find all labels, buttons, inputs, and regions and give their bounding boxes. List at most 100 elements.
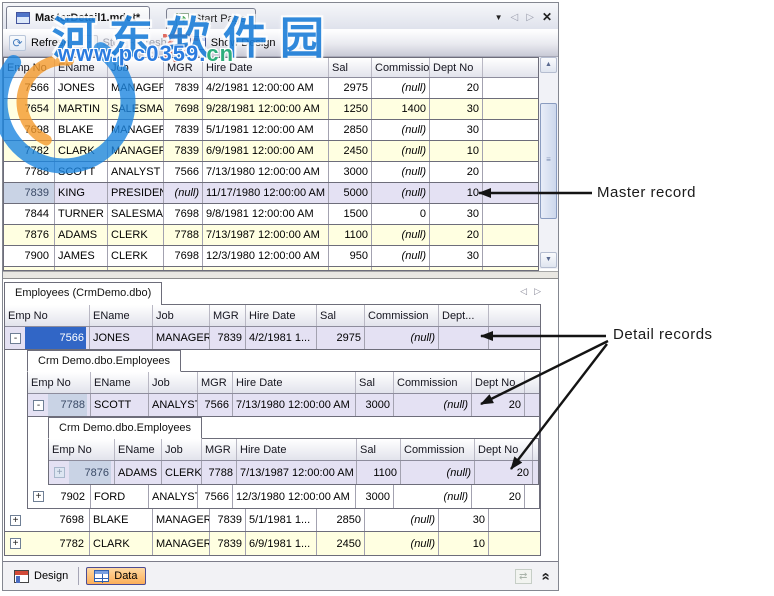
grid-cell[interactable]: ANALYST — [149, 485, 198, 508]
grid-cell[interactable]: 950 — [329, 246, 372, 266]
grid-cell[interactable]: 20 — [472, 394, 525, 416]
grid-cell[interactable]: 7/13/1980 12:00:00 AM — [233, 394, 356, 416]
grid-cell[interactable]: 12/3/1980 12:00:00 AM — [233, 485, 356, 508]
tab-dropdown-icon[interactable]: ▼ — [495, 13, 503, 22]
column-header[interactable]: MGR — [198, 372, 233, 393]
grid-cell[interactable]: SALESMAN — [108, 99, 164, 119]
master-detail-splitter[interactable] — [3, 271, 558, 279]
column-header[interactable]: Dept No — [430, 58, 483, 77]
grid-cell[interactable]: 7839 — [164, 120, 203, 140]
grid-cell[interactable]: 2975 — [329, 78, 372, 98]
grid-cell[interactable]: SCOTT — [55, 162, 108, 182]
grid-cell[interactable]: 7900 — [4, 246, 55, 266]
grid-cell[interactable]: 7566 — [4, 78, 55, 98]
grid-cell[interactable]: 2850 — [317, 509, 365, 531]
grid-cell[interactable]: 7698 — [164, 99, 203, 119]
child-table-tab[interactable]: Crm Demo.dbo.Employees — [48, 417, 203, 439]
grid-cell[interactable]: 5000 — [329, 183, 372, 203]
column-header[interactable]: Sal — [357, 439, 401, 460]
grid-cell[interactable]: +7698 — [5, 509, 90, 531]
grid-cell[interactable]: 10 — [430, 141, 483, 161]
grid-cell[interactable]: JONES — [90, 327, 153, 349]
column-header[interactable]: Emp No — [4, 58, 55, 77]
column-header[interactable]: Emp No — [49, 439, 115, 460]
grid-cell[interactable]: (null) — [365, 532, 439, 555]
expand-row-icon[interactable]: + — [33, 491, 44, 502]
column-header[interactable]: Job — [108, 58, 164, 77]
grid-cell[interactable]: 12/3/1980 12:00:00 AM — [203, 246, 329, 266]
grid-cell[interactable]: (null) — [372, 246, 430, 266]
column-header[interactable]: EName — [90, 305, 153, 326]
grid-cell[interactable]: 7839 — [164, 78, 203, 98]
grid-cell[interactable]: MANAGER — [153, 532, 210, 555]
grid-cell[interactable]: 6/9/1981 12:00:00 AM — [203, 141, 329, 161]
grid-cell[interactable]: 7698 — [4, 120, 55, 140]
column-header[interactable]: EName — [91, 372, 149, 393]
column-header[interactable]: Dept... — [439, 305, 489, 326]
grid-cell[interactable]: +7876 — [49, 461, 115, 484]
master-grid-scrollbar[interactable]: ▲ ≡ ▼ — [539, 57, 558, 269]
grid-cell[interactable] — [439, 327, 489, 349]
grid-cell[interactable]: 3000 — [329, 162, 372, 182]
grid-cell[interactable]: 7566 — [164, 162, 203, 182]
grid-cell[interactable]: +7782 — [5, 532, 90, 555]
grid-cell[interactable]: 7839 — [210, 509, 246, 531]
grid-cell[interactable]: 7788 — [164, 225, 203, 245]
grid-cell[interactable] — [4, 267, 55, 270]
grid-cell[interactable]: MANAGER — [108, 120, 164, 140]
grid-cell[interactable]: (null) — [372, 162, 430, 182]
grid-cell[interactable]: MANAGER — [108, 78, 164, 98]
scroll-tabs-right-icon[interactable]: ▷ — [526, 12, 534, 23]
column-header[interactable]: Hire Date — [237, 439, 357, 460]
column-header[interactable]: Sal — [356, 372, 394, 393]
grid-cell[interactable]: 1400 — [372, 99, 430, 119]
grid-cell[interactable]: 10 — [430, 183, 483, 203]
grid-cell[interactable] — [55, 267, 108, 270]
grid-cell[interactable]: 20 — [430, 78, 483, 98]
column-header[interactable]: EName — [55, 58, 108, 77]
grid-cell[interactable]: JAMES — [55, 246, 108, 266]
column-header[interactable]: Job — [162, 439, 202, 460]
grid-cell[interactable]: BLAKE — [55, 120, 108, 140]
grid-cell[interactable]: MANAGER — [153, 327, 210, 349]
grid-cell[interactable]: (null) — [394, 485, 472, 508]
grid-cell[interactable]: -7788 — [28, 394, 91, 416]
column-header[interactable]: Dept No — [475, 439, 533, 460]
grid-cell[interactable]: ADAMS — [55, 225, 108, 245]
grid-cell[interactable]: CLERK — [108, 225, 164, 245]
grid-cell[interactable]: 20 — [475, 461, 533, 484]
grid-cell[interactable]: 30 — [439, 509, 489, 531]
column-header[interactable]: Dept No — [472, 372, 525, 393]
column-header[interactable]: Commission — [394, 372, 472, 393]
grid-cell[interactable]: 6/9/1981 1... — [246, 532, 317, 555]
grid-cell[interactable]: 3000 — [356, 485, 394, 508]
grid-cell[interactable]: (null) — [164, 183, 203, 203]
grid-cell[interactable]: 20 — [430, 162, 483, 182]
expand-row-icon[interactable]: + — [10, 538, 21, 549]
scroll-down-icon[interactable]: ▼ — [540, 252, 557, 268]
grid-cell[interactable]: JONES — [55, 78, 108, 98]
grid-cell[interactable]: 1100 — [357, 461, 401, 484]
grid-cell[interactable]: ADAMS — [115, 461, 162, 484]
grid-cell[interactable]: 0 — [372, 204, 430, 224]
grid-cell[interactable]: 7839 — [210, 327, 246, 349]
column-header[interactable]: Hire Date — [203, 58, 329, 77]
grid-cell[interactable]: 2850 — [329, 120, 372, 140]
refresh-button[interactable]: ⟳ Refresh — [3, 32, 76, 54]
grid-cell[interactable] — [430, 267, 483, 270]
grid-cell[interactable]: 7698 — [164, 204, 203, 224]
grid-cell[interactable]: 4/2/1981 1... — [246, 327, 317, 349]
grid-cell[interactable]: 1500 — [329, 204, 372, 224]
grid-cell[interactable]: SCOTT — [91, 394, 149, 416]
grid-cell[interactable]: 3000 — [356, 394, 394, 416]
grid-cell[interactable]: 30 — [430, 204, 483, 224]
grid-cell[interactable]: (null) — [372, 78, 430, 98]
grid-cell[interactable]: 7839 — [210, 532, 246, 555]
column-header[interactable]: Sal — [317, 305, 365, 326]
expand-row-icon[interactable]: + — [10, 514, 21, 526]
grid-cell[interactable]: 7654 — [4, 99, 55, 119]
grid-cell[interactable]: 10 — [439, 532, 489, 555]
column-header[interactable]: Job — [153, 305, 210, 326]
grid-cell[interactable]: ANALYST — [108, 162, 164, 182]
grid-cell[interactable] — [203, 267, 329, 270]
